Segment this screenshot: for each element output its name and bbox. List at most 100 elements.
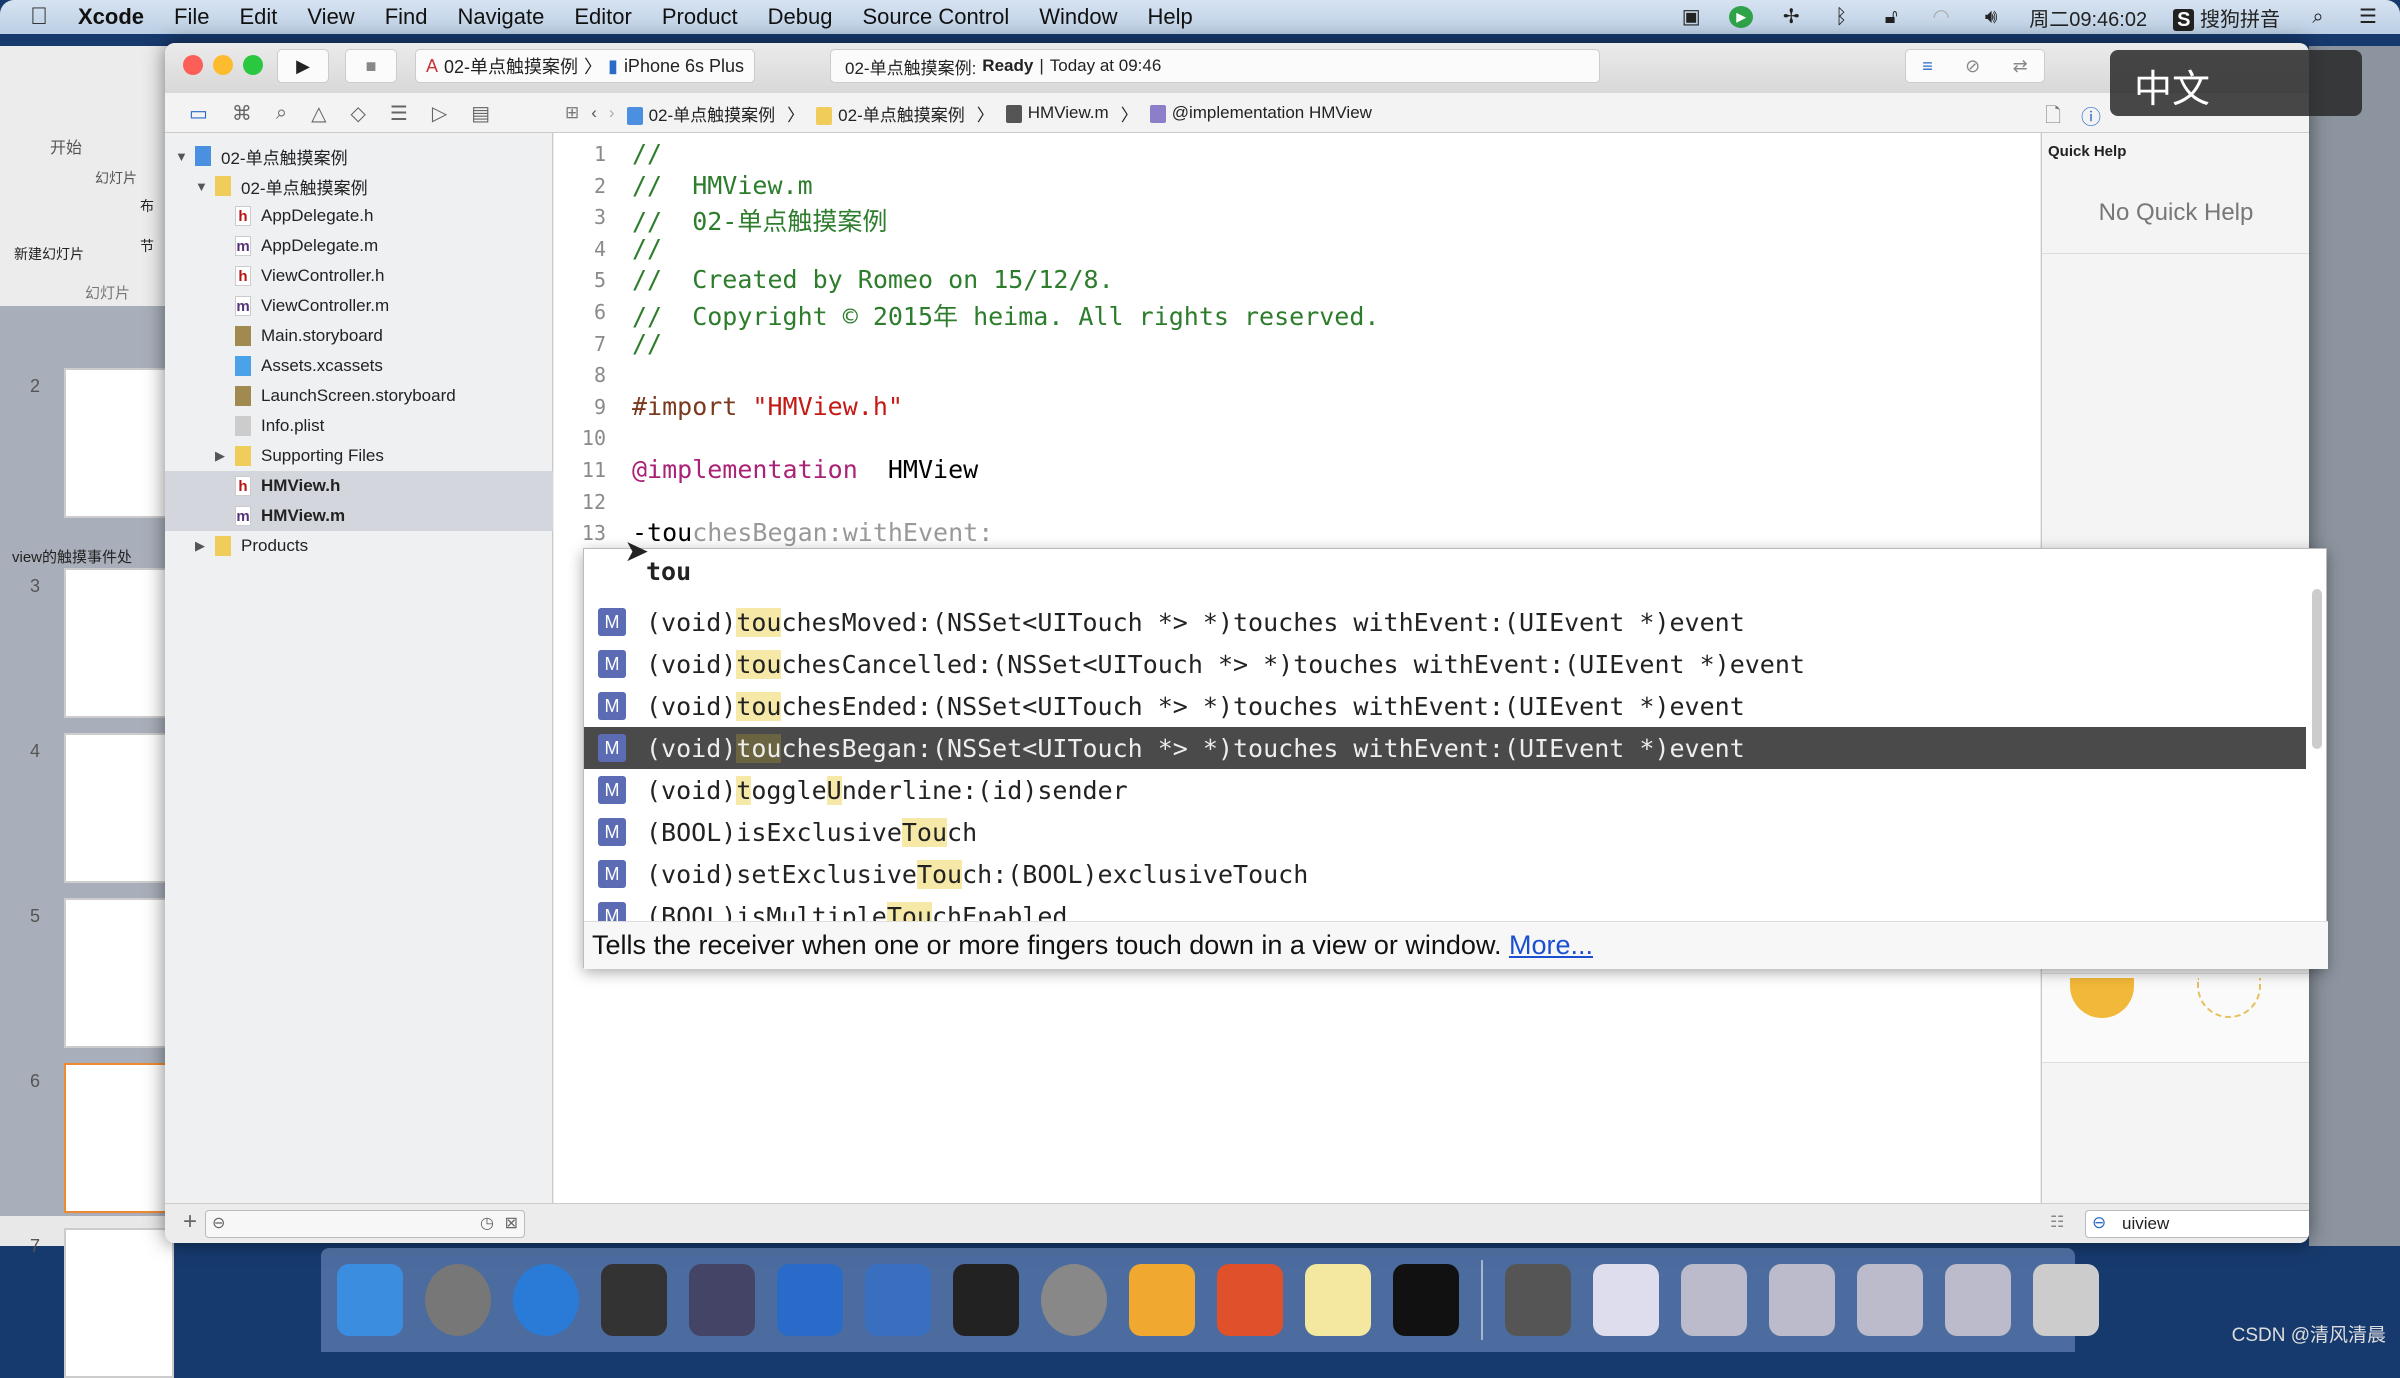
completion-item[interactable]: M (void) tou chesCancelled:(NSSet<UITouch *… [584,643,2306,685]
navigator-item[interactable]: Main.storyboard [165,321,553,351]
screen-record-icon[interactable]: ▣ [1679,6,1703,28]
ppt-new-slide[interactable]: 新建幻灯片 [14,244,84,264]
navigator-item[interactable]: ▶ Products [165,531,553,561]
quicktime-icon[interactable] [1505,1264,1571,1336]
menu-debug[interactable]: Debug [768,4,833,30]
back-icon[interactable]: ‹ [591,103,597,123]
preview-window-icon[interactable] [1681,1264,1747,1336]
standard-editor-icon[interactable]: ≡ [1922,56,1933,77]
terminal-icon[interactable] [953,1264,1019,1336]
slide-thumbnail[interactable] [64,1063,174,1213]
volume-icon[interactable]: 🔊︎ [1979,6,2003,28]
slide-thumbnail[interactable] [64,568,174,718]
navigator-item[interactable]: ▼ 02-单点触摸案例 [165,171,553,201]
ppt-layout[interactable]: 布 [140,196,154,216]
ppt-tab-home[interactable]: 开始 [50,134,82,158]
wifi-icon[interactable]: ◠ [1929,6,1953,28]
crumb-symbol[interactable]: @implementation HMView [1149,103,1372,123]
completion-item[interactable]: M (void)setExclusive Tou ch:(BOOL)exclusive… [584,853,2306,895]
more-link[interactable]: More... [1509,930,1593,960]
mouse-app-icon[interactable] [601,1264,667,1336]
code-line[interactable]: @implementation HMView [632,455,978,484]
fan-icon[interactable]: ✢ [1779,6,1803,28]
launchpad-icon[interactable] [425,1264,491,1336]
preview-window-icon[interactable] [1945,1264,2011,1336]
preview-window-icon[interactable] [1593,1264,1659,1336]
safari-icon[interactable] [513,1264,579,1336]
forward-icon[interactable]: › [609,103,615,123]
clock[interactable]: 周二09:46:02 [2029,3,2147,32]
preview-window-icon[interactable] [1769,1264,1835,1336]
lock-icon[interactable]: 🔓︎ [1879,6,1903,28]
minimize-button[interactable] [213,55,233,75]
navigator-item[interactable]: h AppDelegate.h [165,201,553,231]
photo-slideshow-icon[interactable] [689,1264,755,1336]
spotlight-icon[interactable]: ⌕ [2306,6,2330,28]
ppt-section[interactable]: 节 [140,236,154,256]
completion-item[interactable]: M (BOOL)isExclusive Tou ch [584,811,2306,853]
navigator-item[interactable]: h ViewController.h [165,261,553,291]
sketch-icon[interactable] [1129,1264,1195,1336]
menu-window[interactable]: Window [1039,4,1117,30]
navigator-item[interactable]: m AppDelegate.m [165,231,553,261]
notes-icon[interactable] [1305,1264,1371,1336]
trash-icon[interactable] [2033,1264,2099,1336]
code-line[interactable]: // HMView.m [632,171,813,200]
test-navigator-icon[interactable]: ◇ [351,101,366,126]
bluetooth-icon[interactable]: ᛒ [1829,6,1853,28]
apple-menu-icon[interactable]:  [30,3,48,31]
report-navigator-icon[interactable]: ▤ [471,101,490,126]
exec-terminal-icon[interactable] [1393,1264,1459,1336]
menu-navigate[interactable]: Navigate [458,4,545,30]
navigator-item[interactable]: m HMView.m [165,501,553,531]
code-line[interactable]: // Created by Romeo on 15/12/8. [632,265,1114,294]
file-inspector-icon[interactable]: 🗋︎ [2045,101,2061,135]
add-file-button[interactable]: + [183,1208,197,1236]
navigator-item[interactable]: Assets.xcassets [165,351,553,381]
breakpoint-navigator-icon[interactable]: ▷ [432,101,447,126]
menu-find[interactable]: Find [385,4,428,30]
wps-presentation-icon[interactable] [1217,1264,1283,1336]
disclosure-collapsed-icon[interactable]: ▶ [215,448,235,464]
navigator-filter-input[interactable]: ⊖ ◷ ⊠ [205,1210,525,1238]
navigator-item[interactable]: m ViewController.m [165,291,553,321]
code-line[interactable]: #import "HMView.h" [632,392,903,421]
slide-thumbnail[interactable] [64,733,174,883]
crumb-group[interactable]: 02-单点触摸案例 [816,101,965,126]
navigator-item[interactable]: h HMView.h [165,471,553,501]
notification-center-icon[interactable]: ☰ [2356,6,2380,28]
preview-window-icon[interactable] [1857,1264,1923,1336]
scheme-selector[interactable]: A 02-单点触摸案例〉 ▮ iPhone 6s Plus [415,49,755,83]
ime-menu[interactable]: S 搜狗拼音 [2173,3,2280,32]
instruments-icon[interactable] [865,1264,931,1336]
related-items-icon[interactable]: ⊞ [565,103,579,123]
close-button[interactable] [183,55,203,75]
symbol-navigator-icon[interactable]: ⌘ [232,101,252,126]
disclosure-collapsed-icon[interactable]: ▶ [195,538,215,554]
code-line[interactable]: // Copyright © 2015年 heima. All rights r… [632,297,1379,333]
storyboard-reference-icon[interactable] [2197,978,2261,1018]
zoom-button[interactable] [243,55,263,75]
issue-navigator-icon[interactable]: △ [311,101,326,126]
code-line[interactable]: -touchesBegan:withEvent: [632,518,993,547]
crumb-file[interactable]: HMView.m [1005,103,1109,123]
run-button[interactable]: ▶ [277,49,329,83]
code-line[interactable]: // [632,234,662,263]
ppt-section-label[interactable]: view的触摸事件处 [12,546,132,567]
completion-item[interactable]: M (void) t ogg le Underline:(id)sender [584,769,2306,811]
code-line[interactable]: // [632,139,662,168]
slide-thumbnail[interactable] [64,898,174,1048]
quick-help-icon[interactable]: ⓘ [2081,101,2101,130]
scm-filter-icon[interactable]: ⊠ [505,1213,518,1233]
disclosure-expanded-icon[interactable]: ▼ [195,179,215,194]
menu-editor[interactable]: Editor [574,4,631,30]
disclosure-expanded-icon[interactable]: ▼ [175,149,195,164]
library-grid-icon[interactable]: ☷ [2050,1212,2064,1232]
menu-file[interactable]: File [174,4,209,30]
completion-item[interactable]: M (void) tou chesBegan:(NSSet<UITouch *> *)… [584,727,2306,769]
recent-files-icon[interactable]: ◷ [480,1213,494,1233]
navigator-item[interactable]: Info.plist [165,411,553,441]
menu-edit[interactable]: Edit [239,4,277,30]
app-status-icon[interactable]: ▸ [1729,6,1754,28]
menu-help[interactable]: Help [1148,4,1193,30]
